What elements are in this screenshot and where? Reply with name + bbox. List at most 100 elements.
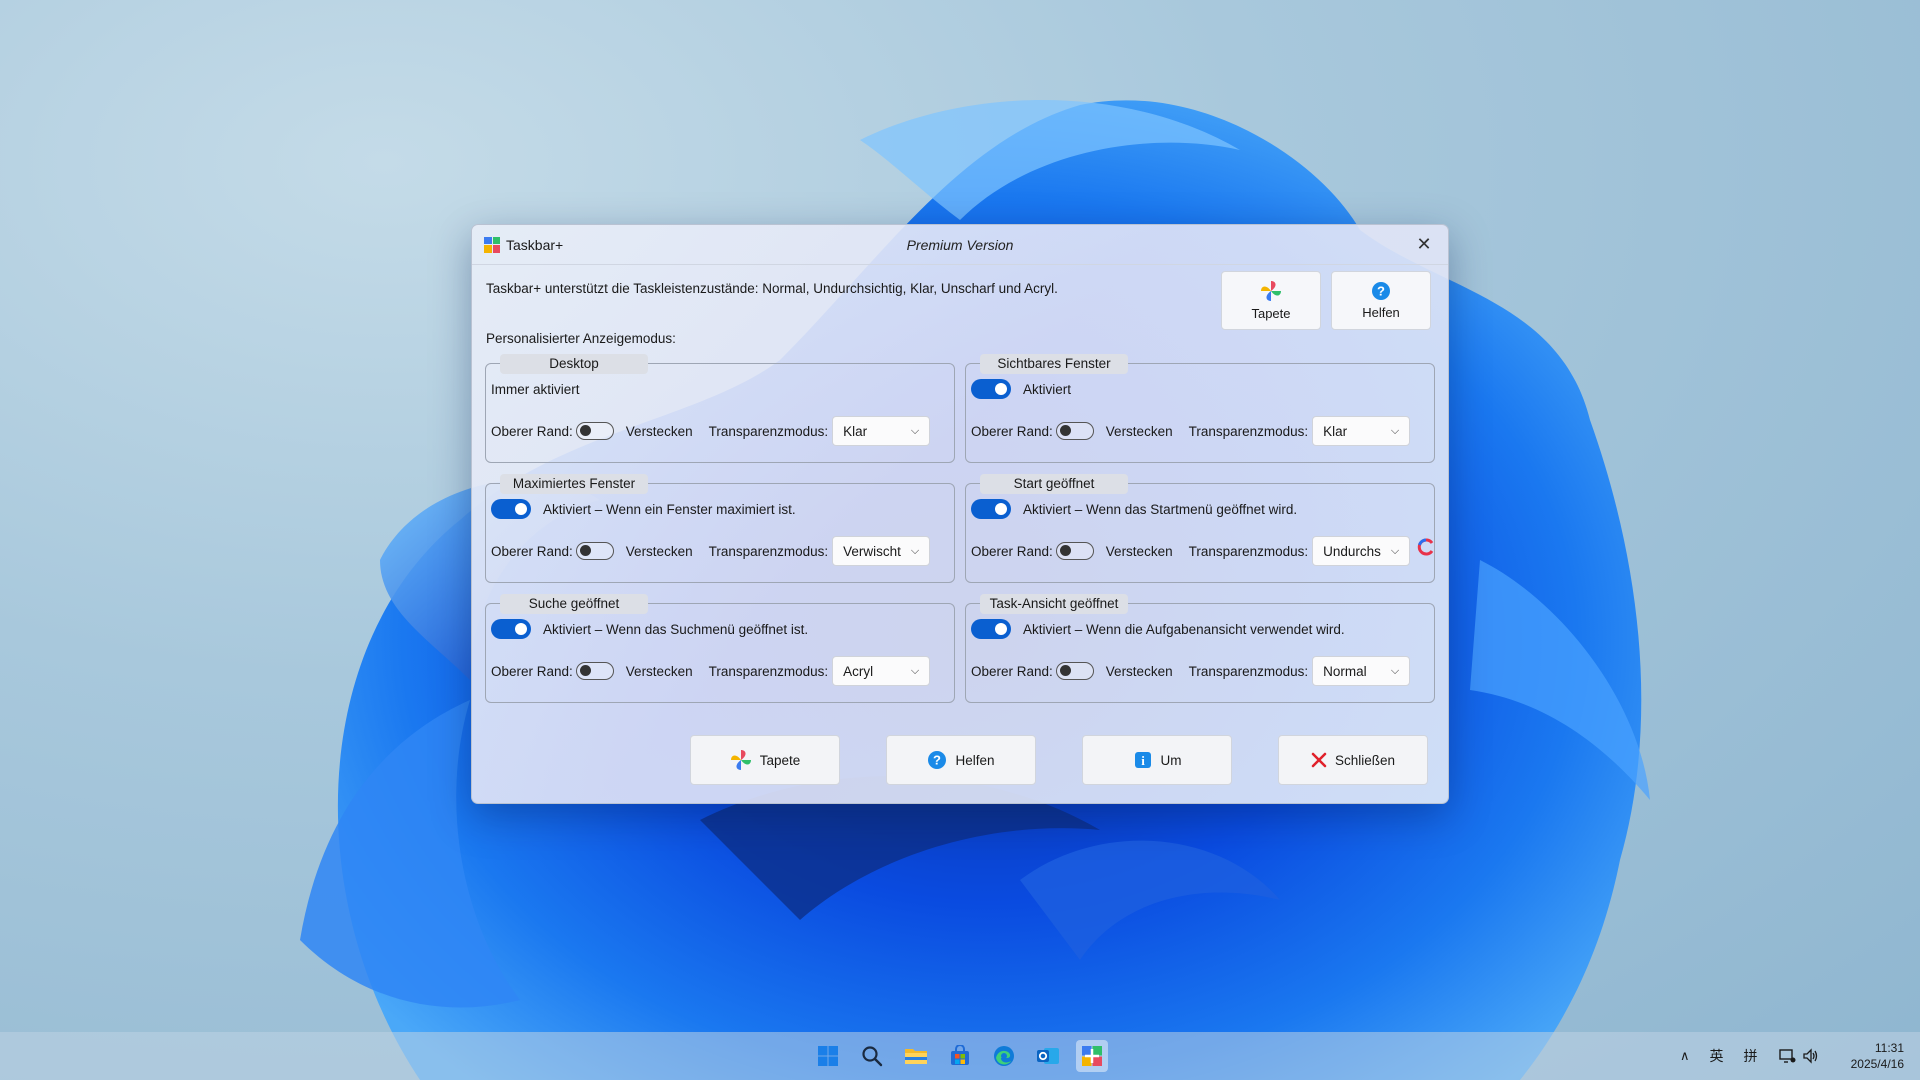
taskview-mode-value: Normal — [1323, 663, 1367, 679]
about-button[interactable]: i Um — [1082, 735, 1232, 785]
maximized-status-row: Aktiviert – Wenn ein Fenster maximiert i… — [491, 498, 796, 520]
hide-label: Verstecken — [625, 543, 693, 559]
search-mode-value: Acryl — [843, 663, 874, 679]
taskbar-taskbarplus[interactable] — [1076, 1040, 1108, 1072]
desktop-status-row: Immer aktiviert — [491, 378, 580, 400]
group-search-title: Suche geöffnet — [500, 594, 648, 614]
hide-label: Verstecken — [1105, 423, 1173, 439]
top-edge-label: Oberer Rand: — [971, 543, 1053, 559]
search-options-row: Oberer Rand: Verstecken Transparenzmodus… — [491, 656, 931, 686]
windows-taskbar: ∧ 英 拼 11:31 2025/4/16 — [0, 1032, 1920, 1080]
taskview-enable-toggle[interactable] — [971, 619, 1011, 639]
top-edge-label: Oberer Rand: — [971, 423, 1053, 439]
color-picker-icon[interactable] — [1417, 538, 1435, 556]
store-icon — [951, 1045, 969, 1065]
taskbar-store[interactable] — [944, 1040, 976, 1072]
taskbarplus-icon — [1082, 1046, 1102, 1066]
desktop-options-row: Oberer Rand: Verstecken Transparenzmodus… — [491, 416, 931, 446]
top-helfen-label: Helfen — [1362, 305, 1400, 320]
search-enable-toggle[interactable] — [491, 619, 531, 639]
start-mode-select[interactable]: Undurchsichtig ⌵ — [1312, 536, 1411, 566]
search-top-edge-toggle[interactable] — [575, 662, 614, 680]
taskview-status-row: Aktiviert – Wenn die Aufgabenansicht ver… — [971, 618, 1345, 640]
taskview-top-edge-toggle[interactable] — [1055, 662, 1094, 680]
chevron-up-icon[interactable]: ∧ — [1680, 1048, 1690, 1064]
start-status: Aktiviert – Wenn das Startmenü geöffnet … — [1023, 501, 1298, 517]
maximized-enable-toggle[interactable] — [491, 499, 531, 519]
group-desktop: Desktop Immer aktiviert Oberer Rand: Ver… — [485, 354, 955, 463]
hide-label: Verstecken — [1105, 543, 1173, 559]
taskbarplus-window: Taskbar+ Premium Version ✕ Taskbar+ unte… — [471, 224, 1449, 804]
info-icon: i — [1134, 752, 1151, 768]
svg-text:?: ? — [934, 753, 942, 768]
visible-mode-select[interactable]: Klar ⌵ — [1312, 416, 1411, 446]
maximized-status: Aktiviert – Wenn ein Fenster maximiert i… — [543, 501, 796, 517]
about-label: Um — [1160, 752, 1182, 768]
start-button[interactable] — [812, 1040, 844, 1072]
close-icon[interactable]: ✕ — [1414, 234, 1434, 254]
taskbar-clock[interactable]: 11:31 2025/4/16 — [1851, 1040, 1904, 1072]
bottom-tapete-label: Tapete — [759, 752, 801, 768]
desktop-status: Immer aktiviert — [491, 381, 580, 397]
group-taskview-opened: Task-Ansicht geöffnet Aktiviert – Wenn d… — [965, 594, 1435, 703]
hide-label: Verstecken — [625, 423, 693, 439]
ime-mode-indicator[interactable]: 拼 — [1744, 1046, 1758, 1066]
window-title: Taskbar+ — [506, 236, 564, 253]
desktop-top-edge-toggle[interactable] — [575, 422, 614, 440]
transparency-label: Transparenzmodus: — [708, 663, 829, 679]
desktop-mode-value: Klar — [843, 423, 868, 439]
top-helfen-button[interactable]: ? Helfen — [1331, 271, 1431, 330]
start-top-edge-toggle[interactable] — [1055, 542, 1094, 560]
taskbar-edge[interactable] — [988, 1040, 1020, 1072]
chevron-down-icon: ⌵ — [1390, 664, 1400, 677]
top-tapete-button[interactable]: Tapete — [1221, 271, 1321, 330]
group-maximized-window: Maximiertes Fenster Aktiviert – Wenn ein… — [485, 474, 955, 583]
desktop-mode-select[interactable]: Klar ⌵ — [832, 416, 931, 446]
taskbar-file-explorer[interactable] — [900, 1040, 932, 1072]
bottom-tapete-button[interactable]: Tapete — [690, 735, 840, 785]
start-mode-value: Undurchsichtig — [1323, 543, 1381, 559]
maximized-options-row: Oberer Rand: Verstecken Transparenzmodus… — [491, 536, 931, 566]
maximized-top-edge-toggle[interactable] — [575, 542, 614, 560]
search-mode-select[interactable]: Acryl ⌵ — [832, 656, 931, 686]
clock-date: 2025/4/16 — [1850, 1057, 1904, 1071]
maximized-mode-select[interactable]: Verwischt ⌵ — [832, 536, 931, 566]
group-search-opened: Suche geöffnet Aktiviert – Wenn das Such… — [485, 594, 955, 703]
title-bar[interactable]: Taskbar+ Premium Version ✕ — [472, 225, 1448, 265]
volume-icon[interactable] — [1802, 1048, 1820, 1064]
group-visible-title: Sichtbares Fenster — [980, 354, 1128, 374]
taskbar-outlook[interactable] — [1032, 1040, 1064, 1072]
close-button[interactable]: Schließen — [1278, 735, 1428, 785]
group-visible-window: Sichtbares Fenster Aktiviert Oberer Rand… — [965, 354, 1435, 463]
taskbar-search-button[interactable] — [856, 1040, 888, 1072]
search-status: Aktiviert – Wenn das Suchmenü geöffnet i… — [543, 621, 809, 637]
edge-browser-icon — [994, 1046, 1014, 1066]
transparency-label: Transparenzmodus: — [708, 543, 829, 559]
help-icon: ? — [928, 751, 947, 769]
group-maximized-title: Maximiertes Fenster — [500, 474, 648, 494]
start-enable-toggle[interactable] — [971, 499, 1011, 519]
taskview-options-row: Oberer Rand: Verstecken Transparenzmodus… — [971, 656, 1411, 686]
chevron-down-icon: ⌵ — [1390, 424, 1400, 437]
window-subtitle: Premium Version — [906, 236, 1014, 253]
top-edge-label: Oberer Rand: — [971, 663, 1053, 679]
visible-top-edge-toggle[interactable] — [1055, 422, 1094, 440]
mode-label: Personalisierter Anzeigemodus: — [486, 331, 676, 346]
search-icon — [862, 1046, 883, 1067]
bottom-helfen-button[interactable]: ? Helfen — [886, 735, 1036, 785]
taskview-mode-select[interactable]: Normal ⌵ — [1312, 656, 1411, 686]
pinwheel-icon — [730, 750, 751, 770]
visible-enable-toggle[interactable] — [971, 379, 1011, 399]
ime-language-indicator[interactable]: 英 — [1710, 1046, 1724, 1066]
pinwheel-icon — [1261, 281, 1281, 301]
search-status-row: Aktiviert – Wenn das Suchmenü geöffnet i… — [491, 618, 808, 640]
hide-label: Verstecken — [625, 663, 693, 679]
visible-status-row: Aktiviert — [971, 378, 1071, 400]
system-tray: ∧ 英 拼 — [1680, 1032, 1820, 1080]
red-x-icon — [1311, 752, 1327, 768]
chevron-down-icon: ⌵ — [1390, 544, 1400, 557]
group-start-title: Start geöffnet — [980, 474, 1128, 494]
network-icon[interactable] — [1778, 1048, 1796, 1064]
svg-text:i: i — [1141, 753, 1145, 768]
visible-mode-value: Klar — [1323, 423, 1348, 439]
